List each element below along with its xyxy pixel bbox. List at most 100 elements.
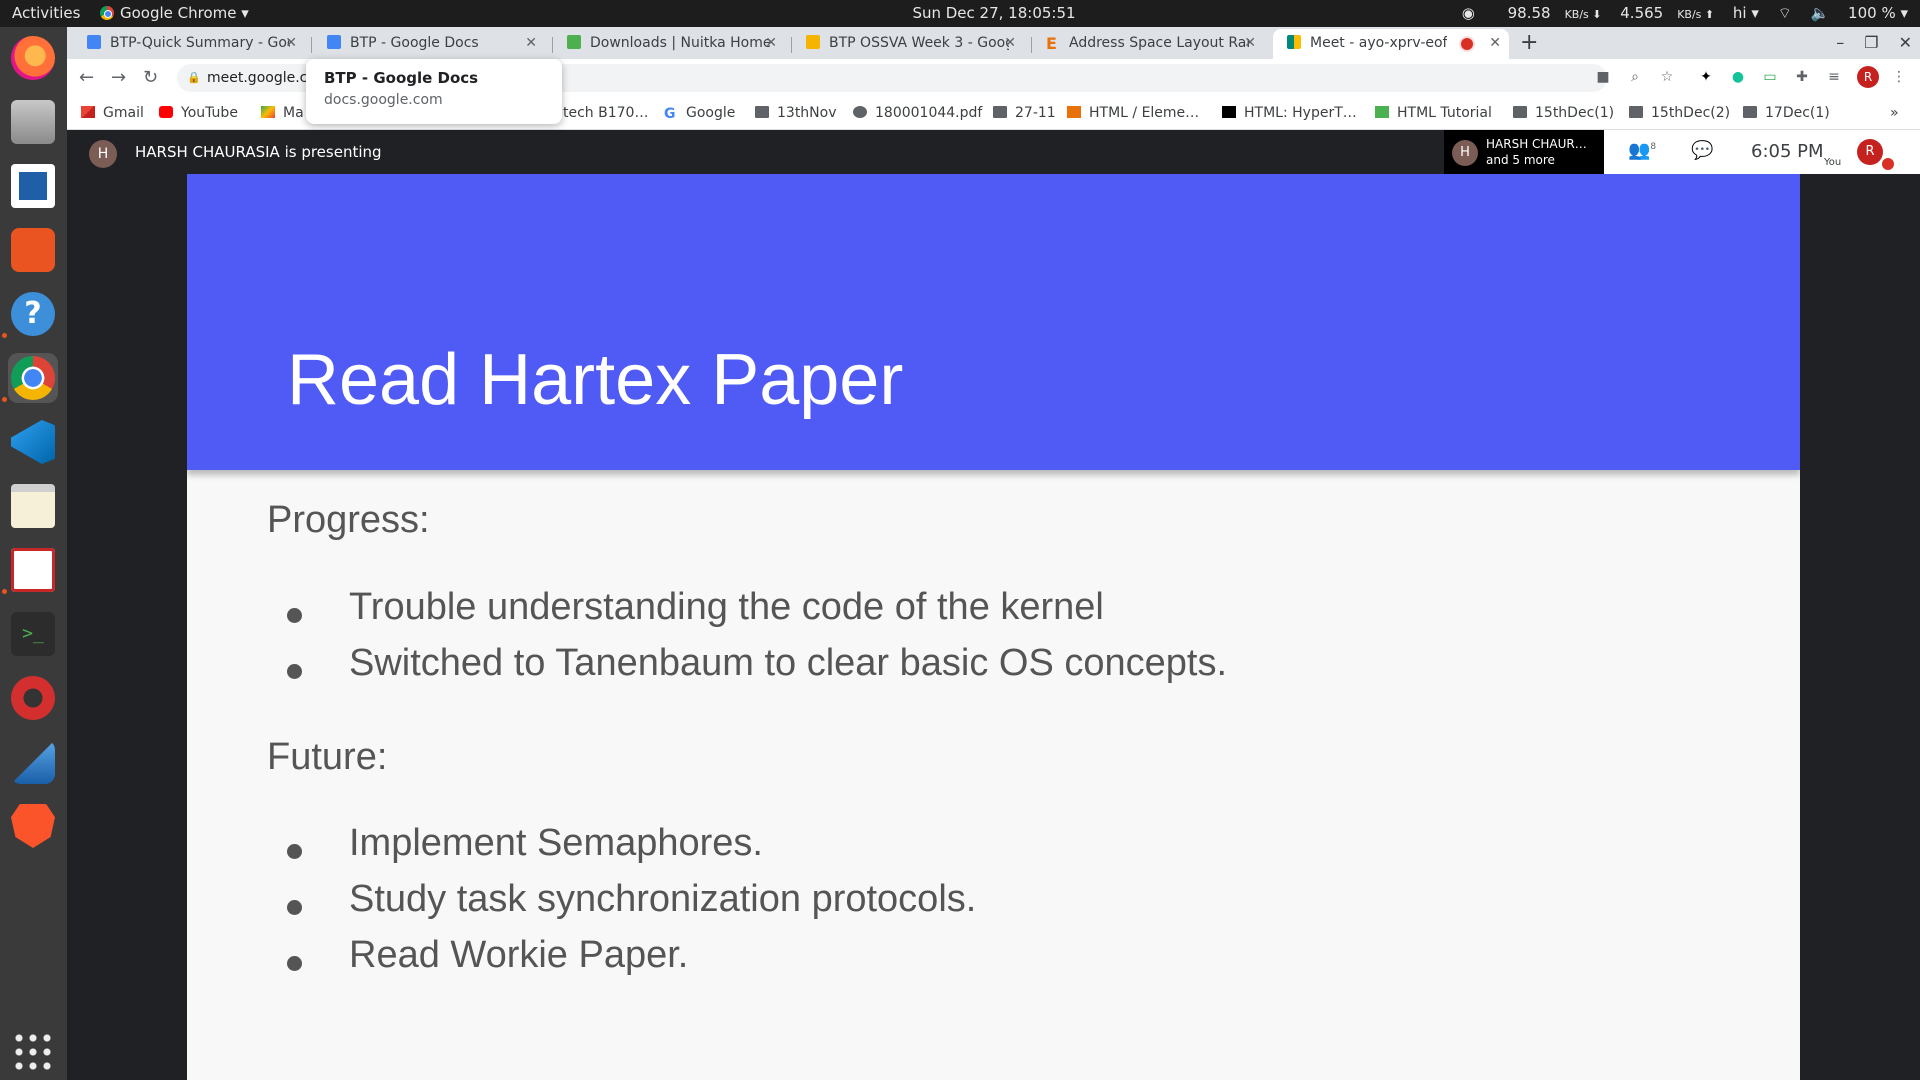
dock-evince[interactable]: [8, 545, 58, 595]
tab-title: Address Space Layout Ran: [1069, 35, 1249, 51]
extension-icon[interactable]: ▭: [1761, 68, 1779, 86]
tab-title: BTP - Google Docs: [350, 35, 479, 51]
bullet-text: Implement Semaphores.: [349, 822, 763, 864]
bookmark-13thnov[interactable]: 13thNov: [755, 97, 837, 130]
meet-icon: [1287, 35, 1301, 49]
dock-wireshark[interactable]: [8, 737, 58, 787]
language-indicator[interactable]: hi ▾: [1733, 4, 1759, 22]
bookmark-html-hypertext[interactable]: HTML: HyperT…: [1222, 97, 1357, 130]
maps-icon: [261, 106, 275, 118]
puzzle-icon[interactable]: ✚: [1793, 68, 1811, 86]
restore-button[interactable]: ❐: [1864, 33, 1878, 52]
volume-icon[interactable]: 🔈: [1811, 4, 1830, 22]
new-tab-button[interactable]: +: [1520, 29, 1538, 57]
media-icon[interactable]: ≡: [1825, 68, 1843, 86]
minimize-button[interactable]: –: [1836, 33, 1844, 52]
dock-help[interactable]: ?: [8, 289, 58, 339]
you-avatar[interactable]: R: [1857, 139, 1883, 165]
bookmarks-more-button[interactable]: »: [1890, 97, 1899, 130]
mic-off-icon: [1882, 158, 1894, 170]
tab-meet[interactable]: Meet - ayo-xprv-eof ✕: [1273, 29, 1509, 59]
tab-btp-quick-summary[interactable]: BTP-Quick Summary - Goo ✕: [79, 29, 305, 59]
presentation-slide: Read Hartex Paper Progress: Trouble unde…: [187, 174, 1800, 1080]
net-up-value: 4.565: [1620, 4, 1664, 22]
bookmark-gmail[interactable]: Gmail: [81, 97, 144, 130]
people-icon[interactable]: 👥8: [1628, 140, 1656, 161]
wireshark-icon: [11, 740, 55, 784]
future-heading: Future:: [267, 736, 388, 778]
wifi-icon[interactable]: ⌔: [1778, 4, 1792, 22]
close-icon[interactable]: ✕: [765, 29, 777, 57]
participant-name: HARSH CHAUR…: [1486, 137, 1587, 151]
dock-brave[interactable]: [8, 801, 58, 851]
bookmark-maps[interactable]: Ma: [261, 97, 304, 130]
dock-writer[interactable]: [8, 161, 58, 211]
youtube-icon: [159, 106, 173, 118]
tab-btp-ossva-week-3[interactable]: BTP OSSVA Week 3 - Goog ✕: [798, 29, 1024, 59]
bookmark-label: tech B170…: [563, 105, 649, 121]
battery-indicator[interactable]: 100 % ▾: [1848, 4, 1908, 22]
bookmark-youtube[interactable]: YouTube: [159, 97, 238, 130]
grid-icon: [11, 1030, 55, 1074]
dock-text-editor[interactable]: [8, 481, 58, 531]
dock-files[interactable]: [8, 97, 58, 147]
tab-btp-google-docs[interactable]: BTP - Google Docs ✕: [319, 29, 545, 59]
meet-time: 6:05 PM: [1751, 141, 1824, 162]
dock-anbox[interactable]: [8, 673, 58, 723]
grammarly-icon[interactable]: ●: [1729, 68, 1747, 86]
system-tray[interactable]: ◉ 98.58 KB/s ⬇ 4.565 KB/s ⬆ hi ▾ ⌔ 🔈 100 %…: [1448, 0, 1908, 27]
tab-title: Meet - ayo-xprv-eof: [1310, 35, 1448, 51]
close-icon[interactable]: ✕: [1244, 29, 1256, 57]
meet-controls: 👥8 💬 6:05 PM You R: [1604, 130, 1920, 174]
net-speed: 98.58 KB/s ⬇ 4.565 KB/s ⬆: [1494, 4, 1715, 22]
writer-icon: [11, 164, 55, 208]
close-icon[interactable]: ✕: [1004, 29, 1016, 57]
chat-icon[interactable]: 💬: [1691, 140, 1713, 161]
nuitka-icon: [567, 35, 581, 49]
profile-avatar[interactable]: R: [1857, 66, 1879, 88]
screenshot-icon[interactable]: ◉: [1462, 4, 1475, 22]
dock-firefox[interactable]: [8, 33, 58, 83]
folder-icon: [755, 106, 769, 118]
dock: ? >_: [0, 27, 67, 1080]
menu-icon[interactable]: ⋮: [1890, 68, 1908, 86]
chrome-icon: [11, 356, 55, 400]
bookmark-tech[interactable]: tech B170…: [563, 97, 648, 130]
bookmark-label: Gmail: [103, 105, 144, 121]
bookmark-html-tutorial[interactable]: HTML Tutorial: [1375, 97, 1492, 130]
reload-button[interactable]: ↻: [143, 65, 158, 91]
bookmark-google[interactable]: G Google: [664, 97, 735, 130]
url-text: meet.google.co: [207, 70, 316, 86]
forward-button[interactable]: →: [111, 65, 126, 91]
tab-aslr[interactable]: E Address Space Layout Ran ✕: [1038, 29, 1264, 59]
meet-view: H HARSH CHAURASIA is presenting H HARSH …: [67, 130, 1920, 1080]
bookmark-27-11[interactable]: 27-11: [993, 97, 1056, 130]
bookmark-15thdec-1[interactable]: 15thDec(1): [1513, 97, 1614, 130]
back-button[interactable]: ←: [79, 65, 94, 91]
document-viewer-icon: [11, 548, 55, 592]
star-icon[interactable]: ☆: [1658, 68, 1676, 86]
close-window-button[interactable]: ✕: [1899, 33, 1912, 52]
bookmark-17dec-1[interactable]: 17Dec(1): [1743, 97, 1830, 130]
show-applications-button[interactable]: [8, 1027, 58, 1077]
tab-nuitka-downloads[interactable]: Downloads | Nuitka Home ✕: [559, 29, 785, 59]
camera-icon[interactable]: ■: [1594, 68, 1612, 86]
participant-tile[interactable]: H HARSH CHAUR… and 5 more: [1444, 130, 1604, 174]
dock-terminal[interactable]: >_: [8, 609, 58, 659]
zoom-icon[interactable]: ⌕: [1626, 68, 1644, 86]
tab-strip: BTP-Quick Summary - Goo ✕ BTP - Google Do…: [67, 27, 1920, 59]
bookmark-pdf[interactable]: 180001044.pdf: [853, 97, 982, 130]
meet-top-bar: H HARSH CHAURASIA is presenting H HARSH …: [67, 130, 1920, 174]
dock-chrome[interactable]: [8, 353, 58, 403]
bookmark-15thdec-2[interactable]: 15thDec(2): [1629, 97, 1730, 130]
close-icon[interactable]: ✕: [1489, 29, 1501, 57]
dock-software[interactable]: [8, 225, 58, 275]
close-icon[interactable]: ✕: [285, 29, 297, 57]
dock-vscode[interactable]: [8, 417, 58, 467]
bookmark-html-element[interactable]: HTML / Eleme…: [1067, 97, 1199, 130]
net-up-unit: KB/s ⬆: [1677, 8, 1715, 21]
extension-icon[interactable]: ✦: [1697, 68, 1715, 86]
tab-title: BTP OSSVA Week 3 - Goog: [829, 35, 1009, 51]
mdn-icon: [1222, 106, 1236, 118]
close-icon[interactable]: ✕: [525, 29, 537, 57]
